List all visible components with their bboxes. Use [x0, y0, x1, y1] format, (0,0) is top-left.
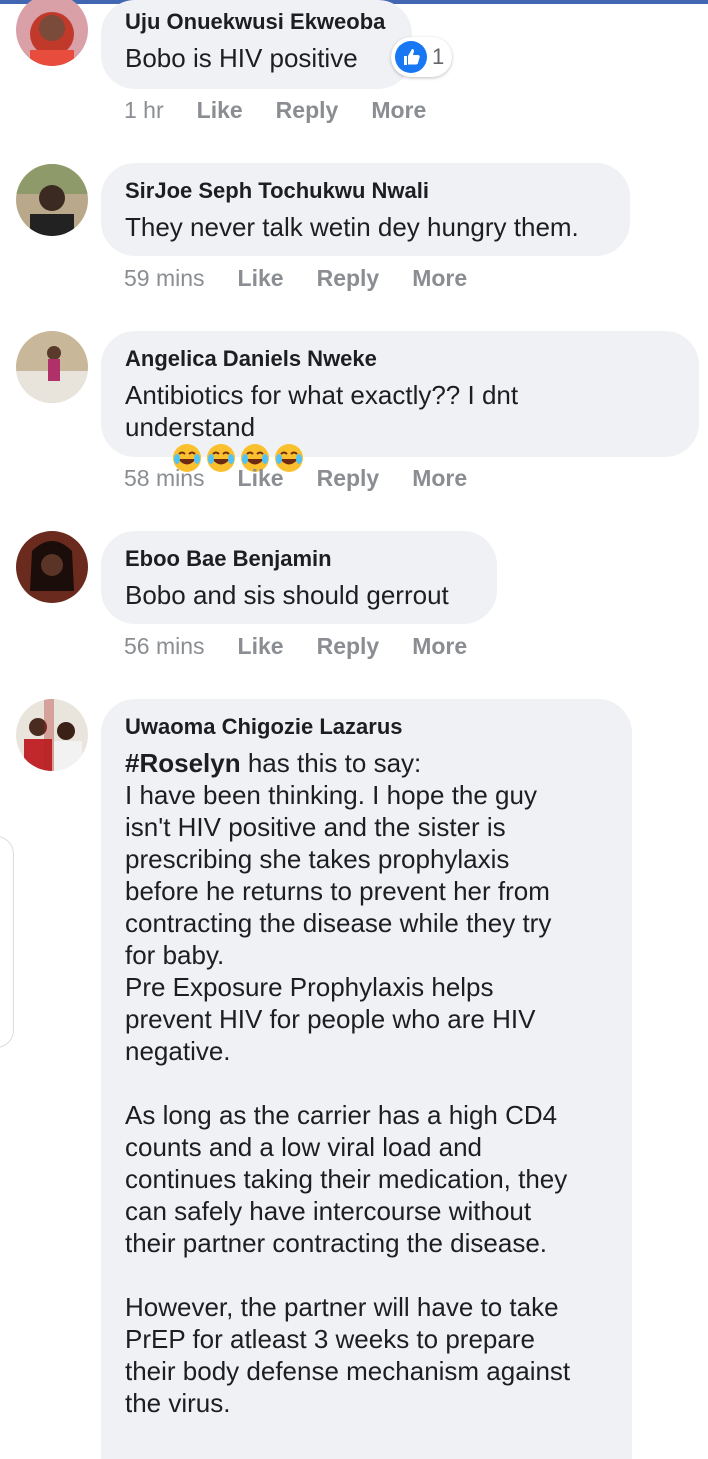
comment-text: Bobo and sis should gerrout [125, 580, 449, 610]
comment-bubble[interactable]: Uwaoma Chigozie Lazarus #Roselyn has thi… [101, 699, 632, 1459]
reaction-count: 1 [432, 44, 445, 69]
comment-author[interactable]: Angelica Daniels Nweke [125, 345, 675, 373]
comment-text: They never talk wetin dey hungry them. [125, 212, 579, 242]
more-button[interactable]: More [412, 265, 467, 292]
avatar[interactable] [16, 331, 88, 403]
reply-button[interactable]: Reply [276, 97, 339, 124]
more-button[interactable]: More [412, 633, 467, 660]
reply-button[interactable]: Reply [317, 465, 380, 492]
avatar[interactable] [16, 164, 88, 236]
comment-text: Bobo is HIV positive [125, 43, 358, 73]
hashtag-link[interactable]: #Roselyn [125, 748, 241, 778]
comment-actions: 1 hr Like Reply More [124, 97, 459, 124]
comment-bubble[interactable]: SirJoe Seph Tochukwu Nwali They never ta… [101, 163, 630, 256]
comment-time[interactable]: 58 mins [124, 465, 205, 492]
more-button[interactable]: More [412, 465, 467, 492]
more-button[interactable]: More [371, 97, 426, 124]
comment-time[interactable]: 1 hr [124, 97, 164, 124]
reply-button[interactable]: Reply [317, 265, 380, 292]
reply-button[interactable]: Reply [317, 633, 380, 660]
avatar[interactable] [16, 0, 88, 66]
comment-text: #Roselyn has this to say: I have been th… [125, 748, 571, 1418]
comment-bubble[interactable]: Angelica Daniels Nweke Antibiotics for w… [101, 331, 699, 472]
avatar[interactable] [16, 531, 88, 603]
comment-body: I have been thinking. I hope the guy isn… [125, 780, 571, 1418]
reaction-badge[interactable]: 1 [391, 37, 453, 77]
like-button[interactable]: Like [238, 465, 284, 492]
comment-bubble[interactable]: Uju Onuekwusi Ekweoba Bobo is HIV positi… [101, 0, 412, 89]
comment-actions: 58 mins Like Reply More [124, 465, 500, 492]
avatar[interactable] [16, 699, 88, 771]
like-button[interactable]: Like [238, 633, 284, 660]
comment-author[interactable]: Uju Onuekwusi Ekweoba [125, 8, 388, 36]
comment-time[interactable]: 56 mins [124, 633, 205, 660]
comment-author[interactable]: SirJoe Seph Tochukwu Nwali [125, 177, 606, 205]
comment-author[interactable]: Uwaoma Chigozie Lazarus [125, 713, 608, 741]
comment-actions: 59 mins Like Reply More [124, 265, 500, 292]
comment-author[interactable]: Eboo Bae Benjamin [125, 545, 473, 573]
like-button[interactable]: Like [238, 265, 284, 292]
comment-time[interactable]: 59 mins [124, 265, 205, 292]
comment-bubble[interactable]: Eboo Bae Benjamin Bobo and sis should ge… [101, 531, 497, 624]
like-button[interactable]: Like [197, 97, 243, 124]
comment-actions: 56 mins Like Reply More [124, 633, 500, 660]
thumbs-up-icon [395, 41, 427, 73]
side-drawer-handle[interactable] [0, 836, 14, 1048]
